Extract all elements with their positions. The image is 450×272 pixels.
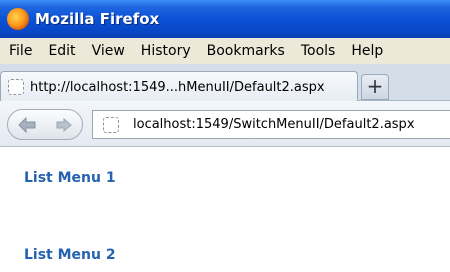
back-forward-group bbox=[7, 109, 83, 140]
url-text[interactable]: localhost:1549/SwitchMenuII/Default2.asp… bbox=[133, 117, 415, 132]
menu-history[interactable]: History bbox=[133, 43, 199, 59]
menu-bookmarks[interactable]: Bookmarks bbox=[199, 43, 293, 59]
page-icon bbox=[8, 79, 24, 95]
list-menu-2-link[interactable]: List Menu 2 bbox=[24, 247, 116, 263]
tab-default2[interactable]: http://localhost:1549...hMenuII/Default2… bbox=[0, 71, 358, 102]
menubar: File Edit View History Bookmarks Tools H… bbox=[0, 38, 450, 64]
menu-view[interactable]: View bbox=[84, 43, 133, 59]
list-menu-1-link[interactable]: List Menu 1 bbox=[24, 170, 116, 186]
site-identity-icon[interactable] bbox=[103, 116, 119, 133]
back-button[interactable] bbox=[8, 110, 46, 139]
window-title: Mozilla Firefox bbox=[35, 10, 160, 28]
firefox-icon bbox=[7, 8, 29, 30]
url-bar[interactable]: localhost:1549/SwitchMenuII/Default2.asp… bbox=[92, 110, 450, 139]
new-tab-button[interactable]: + bbox=[361, 74, 389, 100]
menu-help[interactable]: Help bbox=[343, 43, 391, 59]
tab-label: http://localhost:1549...hMenuII/Default2… bbox=[30, 79, 325, 95]
back-arrow-icon bbox=[18, 116, 36, 133]
menu-file[interactable]: File bbox=[0, 43, 40, 59]
menu-tools[interactable]: Tools bbox=[293, 43, 344, 59]
forward-button[interactable] bbox=[46, 110, 82, 139]
forward-arrow-icon bbox=[56, 117, 72, 132]
window-titlebar: Mozilla Firefox bbox=[0, 0, 450, 38]
tab-strip: http://localhost:1549...hMenuII/Default2… bbox=[0, 64, 450, 102]
page-content: List Menu 1 List Menu 2 bbox=[0, 148, 450, 272]
menu-edit[interactable]: Edit bbox=[40, 43, 83, 59]
navigation-bar: localhost:1549/SwitchMenuII/Default2.asp… bbox=[0, 101, 450, 147]
